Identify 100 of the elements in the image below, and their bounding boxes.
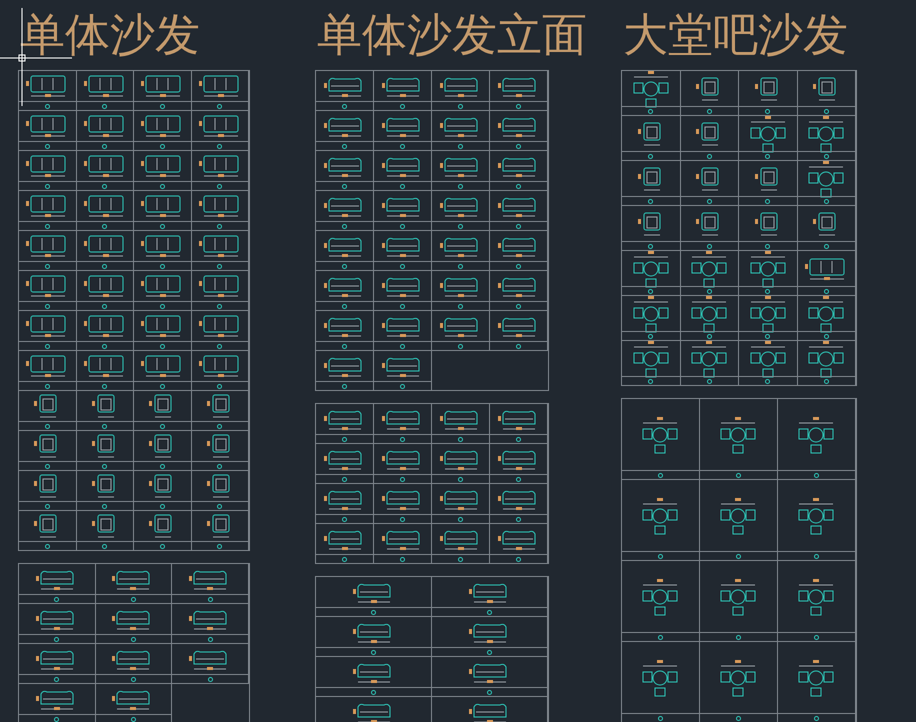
- label-bubble-icon: [342, 436, 347, 442]
- label-bubble-icon: [400, 384, 405, 388]
- label-bubble-icon: [400, 184, 405, 188]
- label-bubble-icon: [342, 264, 347, 268]
- label-bubble-icon: [130, 716, 136, 722]
- label-bubble-icon: [102, 544, 108, 548]
- label-bubble-icon: [706, 198, 712, 204]
- label-bubble-icon: [400, 476, 405, 482]
- label-bubble-icon: [516, 344, 521, 348]
- label-bubble-icon: [516, 304, 521, 308]
- label-bubble-icon: [458, 224, 463, 228]
- label-bubble-icon: [487, 690, 492, 694]
- label-bubble-icon: [458, 556, 463, 562]
- label-bubble-icon: [487, 650, 492, 654]
- label-bubble-icon: [648, 378, 654, 384]
- label-bubble-icon: [44, 184, 50, 188]
- label-bubble-icon: [102, 304, 108, 308]
- label-bubble-icon: [342, 184, 347, 188]
- label-bubble-icon: [516, 476, 521, 482]
- label-bubble-icon: [736, 716, 741, 720]
- label-bubble-icon: [217, 504, 222, 508]
- label-bubble-icon: [648, 244, 654, 248]
- label-bubble-icon: [160, 384, 165, 388]
- label-bubble-icon: [160, 304, 165, 308]
- label-bubble-icon: [706, 244, 712, 248]
- label-bubble-icon: [44, 544, 50, 548]
- label-bubble-icon: [371, 650, 376, 654]
- label-bubble-icon: [102, 224, 108, 228]
- label-bubble-icon: [458, 436, 463, 442]
- label-bubble-icon: [102, 464, 108, 468]
- label-bubble-icon: [208, 676, 213, 682]
- label-bubble-icon: [342, 224, 347, 228]
- label-bubble-icon: [736, 634, 741, 640]
- label-bubble-icon: [130, 596, 136, 602]
- drawing-title: 大堂吧沙发: [623, 7, 848, 63]
- label-bubble-icon: [44, 504, 50, 508]
- label-bubble-icon: [217, 344, 222, 348]
- label-bubble-icon: [217, 424, 222, 428]
- label-bubble-icon: [54, 596, 60, 602]
- label-bubble-icon: [658, 472, 663, 478]
- label-bubble-icon: [824, 378, 829, 384]
- label-bubble-icon: [516, 264, 521, 268]
- label-bubble-icon: [824, 154, 829, 158]
- label-bubble-icon: [400, 344, 405, 348]
- label-bubble-icon: [736, 472, 741, 478]
- label-bubble-icon: [102, 144, 108, 148]
- label-bubble-icon: [342, 516, 347, 522]
- label-bubble-icon: [371, 610, 376, 614]
- label-bubble-icon: [487, 610, 492, 614]
- label-bubble-icon: [458, 184, 463, 188]
- label-bubble-icon: [516, 104, 521, 108]
- label-bubble-icon: [217, 384, 222, 388]
- label-bubble-icon: [814, 716, 819, 720]
- label-bubble-icon: [102, 504, 108, 508]
- label-bubble-icon: [736, 554, 741, 558]
- label-bubble-icon: [458, 264, 463, 268]
- label-bubble-icon: [160, 424, 165, 428]
- label-bubble-icon: [160, 544, 165, 548]
- label-bubble-icon: [44, 424, 50, 428]
- label-bubble-icon: [824, 198, 829, 204]
- label-bubble-icon: [658, 634, 663, 640]
- label-bubble-icon: [342, 556, 347, 562]
- label-bubble-icon: [160, 264, 165, 268]
- label-bubble-icon: [648, 334, 654, 338]
- label-bubble-icon: [160, 144, 165, 148]
- label-bubble-icon: [458, 516, 463, 522]
- label-bubble-icon: [217, 544, 222, 548]
- label-bubble-icon: [44, 224, 50, 228]
- label-bubble-icon: [160, 224, 165, 228]
- label-bubble-icon: [458, 104, 463, 108]
- label-bubble-icon: [44, 384, 50, 388]
- label-bubble-icon: [400, 224, 405, 228]
- label-bubble-icon: [706, 154, 712, 158]
- label-bubble-icon: [160, 104, 165, 108]
- label-bubble-icon: [54, 676, 60, 682]
- label-bubble-icon: [765, 244, 770, 248]
- label-bubble-icon: [706, 334, 712, 338]
- label-bubble-icon: [342, 476, 347, 482]
- label-bubble-icon: [102, 384, 108, 388]
- label-bubble-icon: [342, 144, 347, 148]
- label-bubble-icon: [54, 636, 60, 642]
- label-bubble-icon: [342, 384, 347, 388]
- label-bubble-icon: [54, 716, 60, 722]
- label-bubble-icon: [765, 198, 770, 204]
- label-bubble-icon: [824, 334, 829, 338]
- label-bubble-icon: [400, 516, 405, 522]
- label-bubble-icon: [44, 304, 50, 308]
- label-bubble-icon: [102, 104, 108, 108]
- label-bubble-icon: [400, 556, 405, 562]
- label-bubble-icon: [217, 144, 222, 148]
- label-bubble-icon: [658, 716, 663, 720]
- label-bubble-icon: [516, 516, 521, 522]
- label-bubble-icon: [824, 288, 829, 294]
- label-bubble-icon: [160, 504, 165, 508]
- label-bubble-icon: [371, 690, 376, 694]
- label-bubble-icon: [342, 304, 347, 308]
- label-bubble-icon: [765, 108, 770, 114]
- label-bubble-icon: [217, 464, 222, 468]
- label-bubble-icon: [516, 436, 521, 442]
- label-bubble-icon: [814, 554, 819, 558]
